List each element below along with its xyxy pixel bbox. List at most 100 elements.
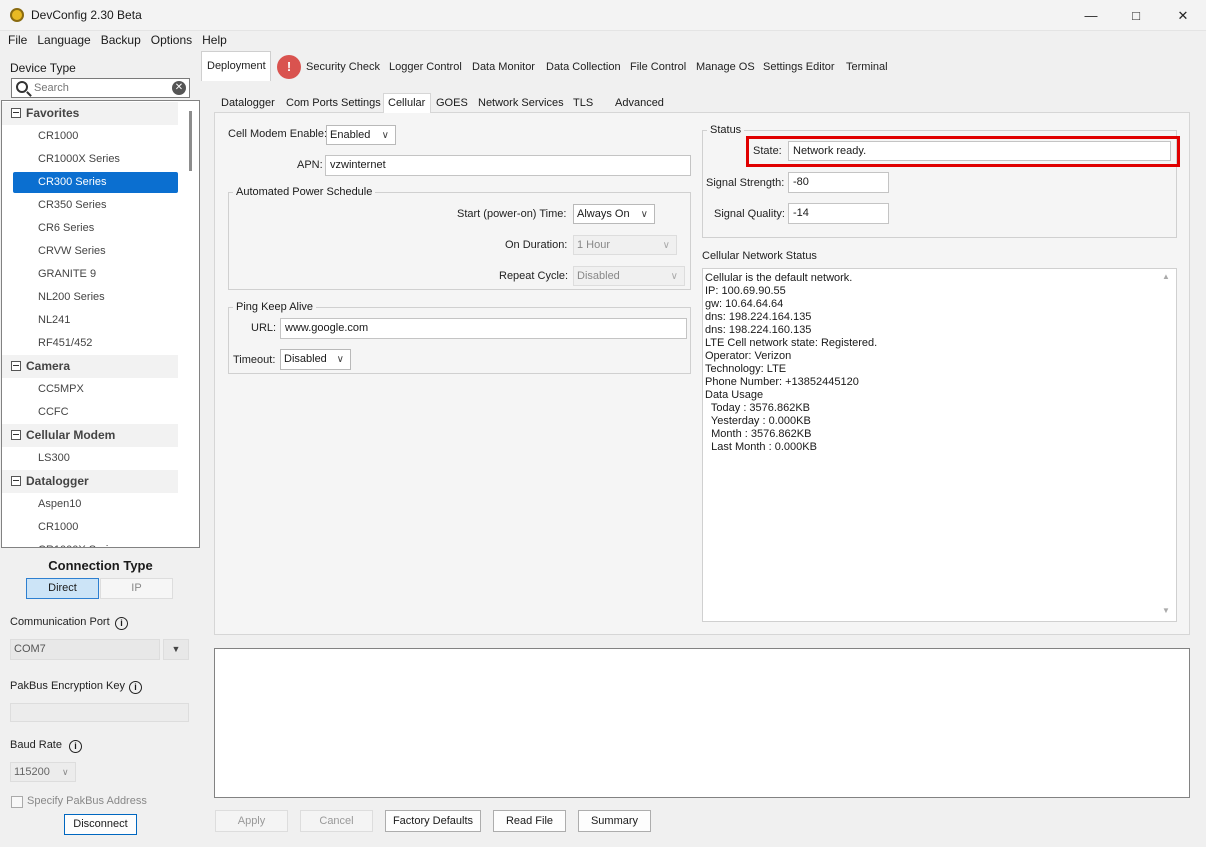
tab-security-check[interactable]: Security Check: [301, 51, 385, 80]
direct-button[interactable]: Direct: [26, 578, 99, 599]
info-icon[interactable]: i: [115, 617, 128, 630]
specify-pakbus-checkbox[interactable]: [11, 796, 23, 808]
disconnect-button[interactable]: Disconnect: [64, 814, 137, 835]
power-schedule-title: Automated Power Schedule: [233, 186, 376, 198]
tree-item-rf451[interactable]: RF451/452: [13, 333, 178, 354]
tree-group-camera[interactable]: Camera: [2, 355, 178, 378]
subtab-datalogger[interactable]: Datalogger: [217, 93, 279, 113]
apn-label: APN:: [297, 159, 323, 171]
read-file-button[interactable]: Read File: [493, 810, 566, 832]
tab-terminal[interactable]: Terminal: [841, 51, 893, 80]
subtab-network-services[interactable]: Network Services: [474, 93, 568, 113]
tree-item-nl241[interactable]: NL241: [13, 310, 178, 331]
signal-quality-label: Signal Quality:: [714, 208, 785, 220]
tab-manage-os[interactable]: Manage OS: [691, 51, 760, 80]
chevron-down-icon: ∨: [662, 240, 670, 251]
scroll-up-icon[interactable]: ▲: [1162, 272, 1170, 281]
url-input[interactable]: www.google.com: [280, 318, 687, 339]
timeout-label: Timeout:: [233, 354, 276, 366]
tree-item-aspen10[interactable]: Aspen10: [13, 494, 178, 515]
tree-item-nl200[interactable]: NL200 Series: [13, 287, 178, 308]
ping-keep-alive-title: Ping Keep Alive: [233, 301, 317, 313]
tree-group-datalogger[interactable]: Datalogger: [2, 470, 178, 493]
subtab-advanced[interactable]: Advanced: [611, 93, 668, 113]
menu-options[interactable]: Options: [151, 31, 192, 51]
modem-enable-label: Cell Modem Enable:: [228, 128, 328, 140]
security-alert-icon: !: [277, 55, 301, 79]
tree-item-ls300[interactable]: LS300: [13, 448, 178, 469]
signal-strength-label: Signal Strength:: [706, 177, 785, 189]
tab-data-monitor[interactable]: Data Monitor: [467, 51, 540, 80]
tree-item-ccfc[interactable]: CCFC: [13, 402, 178, 423]
signal-strength-field: -80: [788, 172, 889, 193]
signal-quality-field: -14: [788, 203, 889, 224]
log-output-area[interactable]: [214, 648, 1190, 798]
tree-item-cr1000x-dl[interactable]: CR1000X Series: [13, 540, 178, 547]
pakbus-key-label: PakBus Encryption Key: [10, 680, 125, 692]
comm-port-label: Communication Port: [10, 616, 110, 628]
tree-item-cc5mpx[interactable]: CC5MPX: [13, 379, 178, 400]
collapse-icon[interactable]: [11, 108, 21, 118]
tree-item-granite9[interactable]: GRANITE 9: [13, 264, 178, 285]
search-box[interactable]: ✕: [11, 78, 190, 98]
tree-item-cr300[interactable]: CR300 Series: [13, 172, 178, 193]
collapse-icon[interactable]: [11, 361, 21, 371]
start-time-label: Start (power-on) Time:: [457, 208, 567, 220]
tree-item-cr1000-dl[interactable]: CR1000: [13, 517, 178, 538]
minimize-button[interactable]: —: [1068, 0, 1114, 31]
menu-file[interactable]: File: [8, 31, 27, 51]
tree-item-cr1000x[interactable]: CR1000X Series: [13, 149, 178, 170]
subtab-tls[interactable]: TLS: [569, 93, 597, 113]
apply-button[interactable]: Apply: [215, 810, 288, 832]
specify-pakbus-label: Specify PakBus Address: [27, 795, 147, 807]
network-status-title: Cellular Network Status: [702, 250, 817, 262]
collapse-icon[interactable]: [11, 430, 21, 440]
start-time-select[interactable]: Always On ∨: [573, 204, 655, 224]
ip-button[interactable]: IP: [100, 578, 173, 599]
network-status-text[interactable]: Cellular is the default network. IP: 100…: [702, 268, 1177, 622]
factory-defaults-button[interactable]: Factory Defaults: [385, 810, 481, 832]
tab-data-collection[interactable]: Data Collection: [541, 51, 626, 80]
repeat-cycle-select[interactable]: Disabled ∨: [573, 266, 685, 286]
tab-deployment[interactable]: Deployment: [201, 51, 271, 81]
collapse-icon[interactable]: [11, 476, 21, 486]
maximize-button[interactable]: □: [1113, 0, 1159, 31]
cancel-button[interactable]: Cancel: [300, 810, 373, 832]
summary-button[interactable]: Summary: [578, 810, 651, 832]
menu-backup[interactable]: Backup: [101, 31, 141, 51]
comm-port-field[interactable]: COM7: [10, 639, 160, 660]
info-icon[interactable]: i: [129, 681, 142, 694]
search-input[interactable]: [34, 81, 164, 95]
timeout-select[interactable]: Disabled ∨: [280, 349, 351, 370]
chevron-down-icon: ∨: [336, 354, 344, 365]
tree-item-crvw[interactable]: CRVW Series: [13, 241, 178, 262]
chevron-down-icon: ∨: [62, 767, 69, 777]
on-duration-label: On Duration:: [505, 239, 568, 251]
on-duration-select[interactable]: 1 Hour ∨: [573, 235, 677, 255]
modem-enable-select[interactable]: Enabled ∨: [326, 125, 396, 145]
pakbus-key-field[interactable]: [10, 703, 189, 722]
tree-group-favorites[interactable]: Favorites: [2, 102, 178, 125]
tree-group-cellular-modem[interactable]: Cellular Modem: [2, 424, 178, 447]
repeat-cycle-label: Repeat Cycle:: [499, 270, 569, 282]
status-title: Status: [707, 124, 745, 136]
tab-logger-control[interactable]: Logger Control: [384, 51, 467, 80]
subtab-com-ports[interactable]: Com Ports Settings: [282, 93, 385, 113]
comm-port-dropdown[interactable]: ▼: [163, 639, 189, 660]
tree-scrollbar[interactable]: [189, 111, 192, 171]
tab-file-control[interactable]: File Control: [625, 51, 691, 80]
menu-help[interactable]: Help: [202, 31, 227, 51]
tree-item-cr1000[interactable]: CR1000: [13, 126, 178, 147]
window-title: DevConfig 2.30 Beta: [31, 8, 142, 22]
tab-settings-editor[interactable]: Settings Editor: [758, 51, 840, 80]
tree-item-cr350[interactable]: CR350 Series: [13, 195, 178, 216]
subtab-cellular[interactable]: Cellular: [383, 93, 431, 113]
menu-language[interactable]: Language: [37, 31, 90, 51]
clear-search-icon[interactable]: ✕: [172, 81, 186, 95]
apn-input[interactable]: vzwinternet: [325, 155, 691, 176]
info-icon[interactable]: i: [69, 740, 82, 753]
close-button[interactable]: ✕: [1160, 0, 1206, 31]
subtab-goes[interactable]: GOES: [432, 93, 472, 113]
scroll-down-icon[interactable]: ▼: [1162, 606, 1170, 615]
tree-item-cr6[interactable]: CR6 Series: [13, 218, 178, 239]
